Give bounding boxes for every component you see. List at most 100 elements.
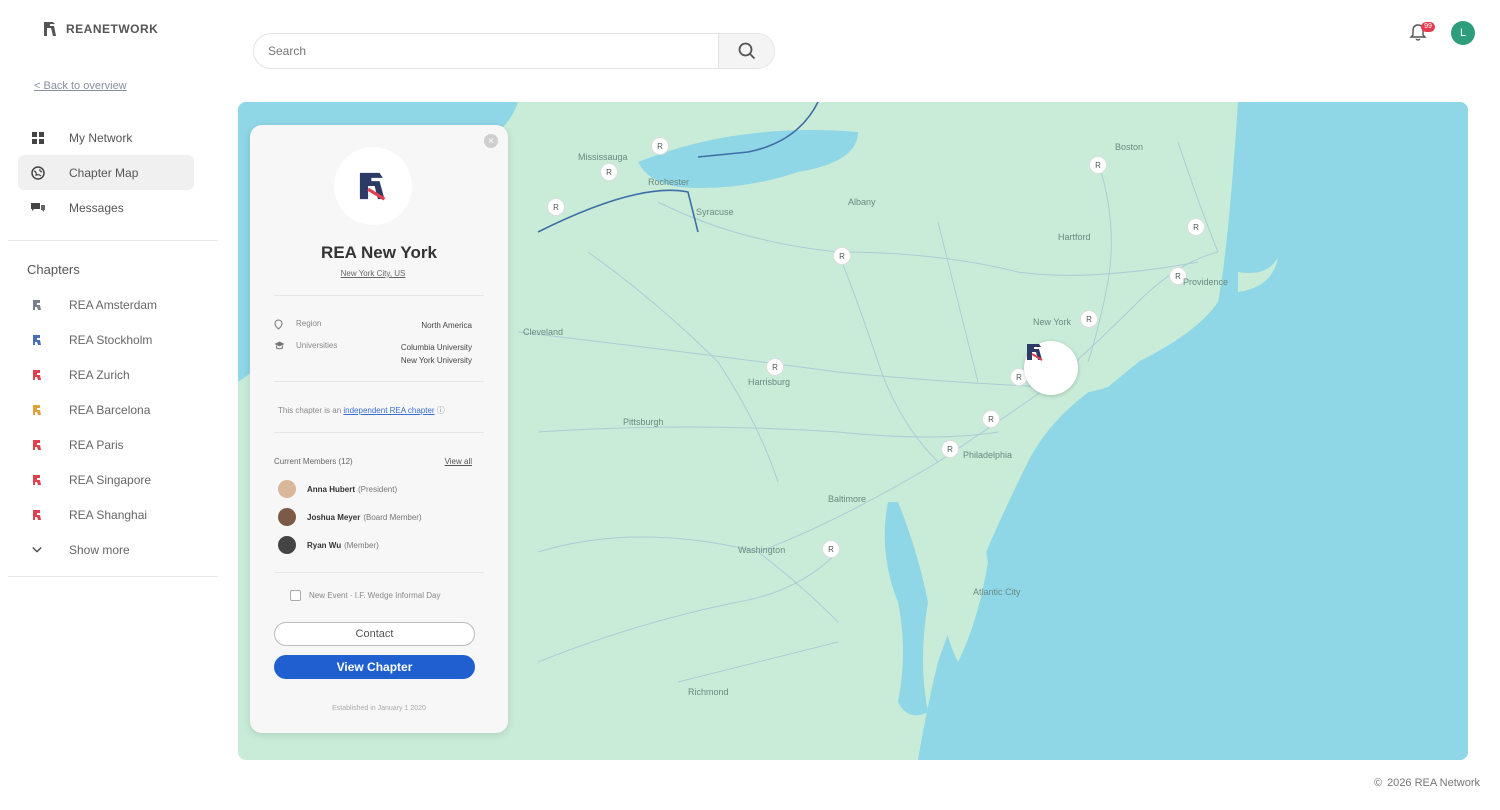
region-row: Region North America bbox=[274, 319, 472, 332]
chapter-item-zurich[interactable]: REA Zurich bbox=[18, 357, 194, 392]
footer-text: 2026 REA Network bbox=[1387, 777, 1480, 789]
member-row[interactable]: Ryan Wu (Member) bbox=[278, 536, 379, 554]
close-card-button[interactable]: × bbox=[484, 134, 498, 148]
chapter-item-shanghai[interactable]: REA Shanghai bbox=[18, 497, 194, 532]
chapter-item-paris[interactable]: REA Paris bbox=[18, 427, 194, 462]
map-pin[interactable]: R bbox=[982, 410, 1000, 428]
map-place-label: Providence bbox=[1183, 277, 1229, 287]
member-row[interactable]: Joshua Meyer (Board Member) bbox=[278, 508, 422, 526]
selected-chapter-pin[interactable] bbox=[1024, 341, 1078, 395]
chapter-pin-icon: R bbox=[657, 141, 663, 151]
map-pin[interactable]: R bbox=[766, 358, 784, 376]
main-nav: My Network Chapter Map Messages bbox=[18, 120, 194, 225]
member-avatar bbox=[278, 480, 296, 498]
map-place-label: Harrisburg bbox=[748, 377, 791, 387]
nav-item-my-network[interactable]: My Network bbox=[18, 120, 194, 155]
member-row[interactable]: Anna Hubert (President) bbox=[278, 480, 397, 498]
nav-item-chapter-map[interactable]: Chapter Map bbox=[18, 155, 194, 190]
chapter-label: REA Singapore bbox=[69, 472, 152, 487]
chapter-item-amsterdam[interactable]: REA Amsterdam bbox=[18, 287, 194, 322]
view-all-members-link[interactable]: View all bbox=[445, 457, 472, 466]
chapter-info-card: × REA New York New York City, US Region … bbox=[250, 125, 508, 733]
map-pin[interactable]: R bbox=[651, 137, 669, 155]
chapter-label: REA Zurich bbox=[69, 367, 130, 382]
map-pin[interactable]: R bbox=[833, 247, 851, 265]
event-label: New Event · I.F. Wedge Informal Day bbox=[309, 591, 441, 600]
chapter-pin-icon: R bbox=[1175, 271, 1181, 281]
members-header: Current Members (12) View all bbox=[274, 457, 472, 466]
chapter-pin-icon: R bbox=[839, 251, 845, 261]
member-avatar bbox=[278, 508, 296, 526]
map-place-label: Mississauga bbox=[578, 152, 628, 162]
user-avatar[interactable]: L bbox=[1451, 21, 1475, 45]
chapter-pin-icon: R bbox=[828, 544, 834, 554]
chapter-item-barcelona[interactable]: REA Barcelona bbox=[18, 392, 194, 427]
search-button[interactable] bbox=[718, 34, 774, 68]
map-place-label: Pittsburgh bbox=[623, 417, 664, 427]
map-pin[interactable]: R bbox=[822, 540, 840, 558]
chapter-type-link[interactable]: independent REA chapter bbox=[343, 406, 434, 415]
chapter-label: REA Paris bbox=[69, 437, 124, 452]
chapter-item-singapore[interactable]: REA Singapore bbox=[18, 462, 194, 497]
chapters-section-title: Chapters bbox=[27, 262, 80, 277]
search-input[interactable] bbox=[254, 34, 718, 68]
view-chapter-button[interactable]: View Chapter bbox=[274, 655, 475, 679]
map-pin[interactable]: R bbox=[1080, 310, 1098, 328]
chapter-label: REA Shanghai bbox=[69, 507, 148, 522]
chapter-logo-icon bbox=[32, 439, 42, 451]
member-role: (Board Member) bbox=[363, 512, 422, 522]
universities-row: Universities Columbia University New Yor… bbox=[274, 341, 472, 367]
show-more-button[interactable]: Show more bbox=[18, 532, 194, 567]
chapter-logo-icon bbox=[32, 299, 42, 311]
map-place-label: Syracuse bbox=[696, 207, 734, 217]
member-name: Joshua Meyer bbox=[307, 512, 361, 522]
chat-icon bbox=[30, 200, 46, 216]
info-icon[interactable]: ⓘ bbox=[437, 406, 445, 415]
map-place-label: Rochester bbox=[648, 177, 690, 187]
map-place-label: Atlantic City bbox=[973, 587, 1021, 597]
university-name: New York University bbox=[400, 356, 472, 365]
map-pin[interactable]: R bbox=[1089, 156, 1107, 174]
globe-icon bbox=[30, 165, 46, 181]
rea-logo-icon bbox=[1027, 344, 1043, 361]
graduation-cap-icon bbox=[274, 341, 286, 367]
nav-item-messages[interactable]: Messages bbox=[18, 190, 194, 225]
page-footer: © 2026 REA Network bbox=[1374, 777, 1480, 789]
map-place-label: Washington bbox=[738, 545, 786, 555]
region-value: North America bbox=[421, 321, 472, 330]
sidebar-divider bbox=[8, 576, 218, 577]
map-place-label: Cleveland bbox=[523, 327, 564, 337]
chapter-logo-icon bbox=[32, 404, 42, 416]
event-checkbox[interactable] bbox=[290, 590, 301, 601]
chapter-item-stockholm[interactable]: REA Stockholm bbox=[18, 322, 194, 357]
chevron-down-icon bbox=[32, 544, 42, 556]
sidebar: REANETWORK < Back to overview My Network… bbox=[0, 0, 225, 810]
map-pin[interactable]: R bbox=[547, 198, 565, 216]
chapter-pin-icon: R bbox=[1193, 222, 1199, 232]
chapter-location-link[interactable]: New York City, US bbox=[250, 269, 496, 278]
card-divider bbox=[274, 381, 484, 382]
event-checkbox-row[interactable]: New Event · I.F. Wedge Informal Day bbox=[290, 590, 440, 601]
nav-label: Chapter Map bbox=[69, 165, 139, 180]
map-place-label: Richmond bbox=[688, 687, 729, 697]
chapter-label: REA Barcelona bbox=[69, 402, 151, 417]
chapter-pin-icon: R bbox=[947, 444, 953, 454]
map-place-label: Hartford bbox=[1058, 232, 1091, 242]
chapter-pin-icon: R bbox=[1086, 314, 1092, 324]
brand-logo[interactable]: REANETWORK bbox=[42, 20, 158, 38]
map-pin[interactable]: R bbox=[1187, 218, 1205, 236]
university-name: Columbia University bbox=[400, 343, 472, 352]
chapter-type-prefix: This chapter is an bbox=[278, 406, 342, 415]
map-pin[interactable]: R bbox=[600, 163, 618, 181]
contact-button[interactable]: Contact bbox=[274, 622, 475, 646]
notification-badge: 99 bbox=[1421, 22, 1435, 32]
chapter-pin-icon: R bbox=[1095, 160, 1101, 170]
map-place-label: Albany bbox=[848, 197, 876, 207]
chapter-pin-icon: R bbox=[1016, 372, 1022, 382]
map-pin[interactable]: R bbox=[941, 440, 959, 458]
back-to-overview-link[interactable]: < Back to overview bbox=[34, 80, 127, 92]
chapter-label: REA Amsterdam bbox=[69, 297, 158, 312]
chapter-pin-icon: R bbox=[988, 414, 994, 424]
map-place-label: Boston bbox=[1115, 142, 1144, 152]
map-place-label: Philadelphia bbox=[963, 450, 1013, 460]
